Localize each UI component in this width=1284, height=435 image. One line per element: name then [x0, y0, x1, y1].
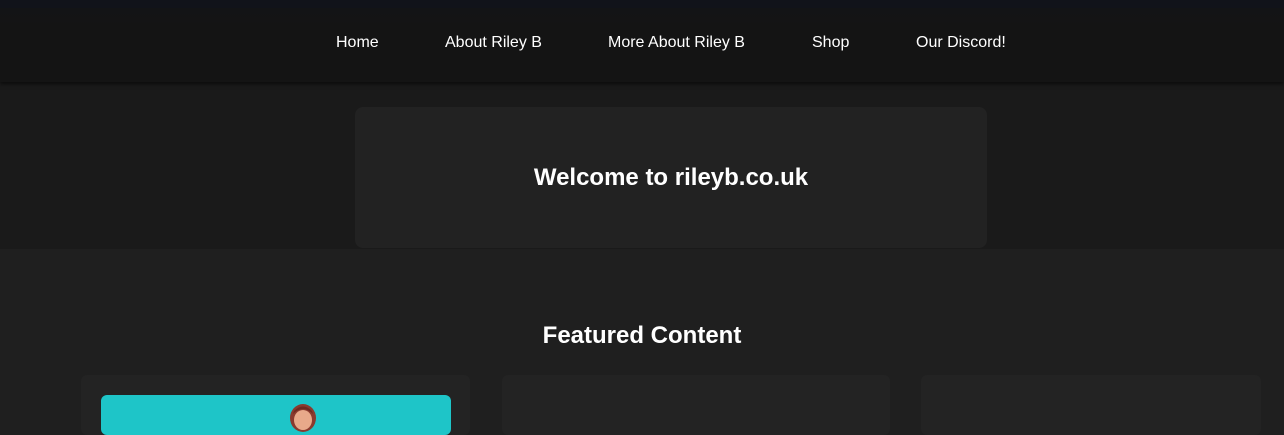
character-avatar-icon	[290, 404, 316, 432]
featured-card-2[interactable]	[502, 375, 890, 435]
top-navbar: Home About Riley B More About Riley B Sh…	[0, 0, 1284, 82]
nav-link-about[interactable]: About Riley B	[445, 33, 542, 53]
featured-card-1[interactable]	[81, 375, 470, 435]
navbar-top-strip	[0, 0, 1284, 8]
nav-link-discord[interactable]: Our Discord!	[916, 33, 1006, 53]
welcome-card: Welcome to rileyb.co.uk	[355, 107, 987, 248]
nav-link-home[interactable]: Home	[336, 33, 379, 53]
welcome-title: Welcome to rileyb.co.uk	[533, 164, 809, 191]
nav-link-more-about[interactable]: More About Riley B	[608, 33, 745, 53]
featured-content-heading: Featured Content	[542, 322, 742, 349]
nav-link-shop[interactable]: Shop	[812, 33, 849, 53]
featured-card-image[interactable]	[101, 395, 451, 435]
featured-card-3[interactable]	[921, 375, 1261, 435]
